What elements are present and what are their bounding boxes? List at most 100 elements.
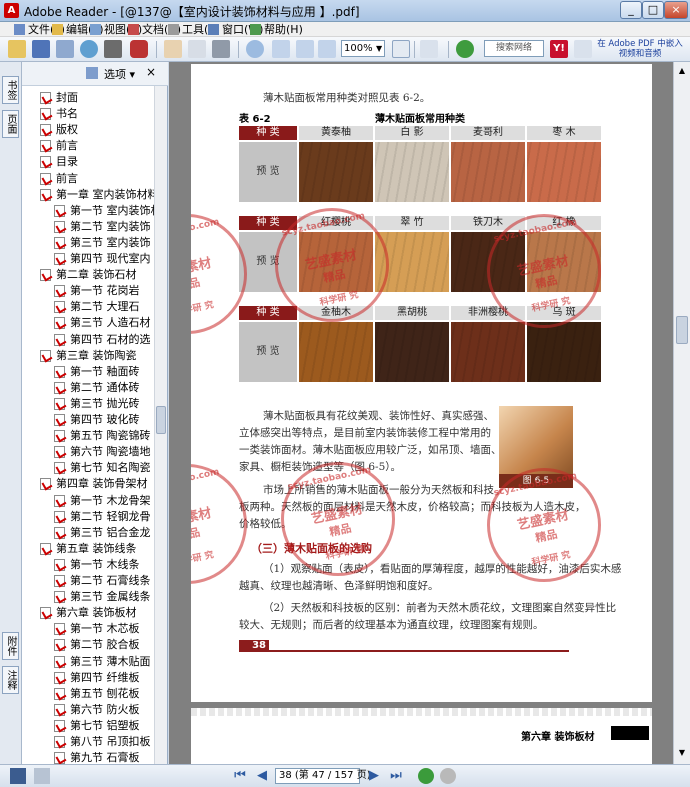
bookmark-label: 第三节 抛光砖 [70, 396, 140, 410]
bookmark-item[interactable]: 第三节 金属线条 [54, 589, 151, 605]
bookmark-item[interactable]: 第二节 胶合板 [54, 637, 140, 653]
bookmark-item[interactable]: 第八节 吊顶扣板 [54, 734, 151, 750]
bookmark-item[interactable]: 第四节 玻化砖 [54, 412, 140, 428]
bookmarks-scrollbar[interactable] [154, 86, 167, 764]
bookmark-item[interactable]: 第二节 室内装饰 [54, 219, 151, 235]
close-window-button[interactable]: × [664, 1, 688, 19]
help-icon[interactable] [456, 40, 474, 58]
bookmark-item[interactable]: 封面 [40, 90, 78, 106]
menu-help[interactable]: 帮助(H) [250, 22, 303, 37]
bookmark-label: 版权 [56, 123, 78, 137]
pdf-create-icon[interactable] [130, 40, 148, 58]
bookmark-document-icon [54, 220, 65, 233]
page-view-icon[interactable] [34, 768, 50, 784]
bookmark-item[interactable]: 第四章 装饰骨架材 [40, 476, 148, 492]
snapshot-icon[interactable] [212, 40, 230, 58]
bookmark-item[interactable]: 第三节 室内装饰 [54, 235, 151, 251]
fit-width-icon[interactable] [318, 40, 336, 58]
prev-page-button[interactable]: ◀ [254, 768, 270, 784]
bookmark-item[interactable]: 第七节 知名陶瓷 [54, 460, 151, 476]
fit-page-icon[interactable] [296, 40, 314, 58]
bookmark-item[interactable]: 前言 [40, 171, 78, 187]
bookmark-document-icon [54, 204, 65, 217]
bookmark-item[interactable]: 第一节 木线条 [54, 557, 140, 573]
bookmark-item[interactable]: 目录 [40, 154, 78, 170]
bookmark-item[interactable]: 第五节 陶瓷锦砖 [54, 428, 151, 444]
bookmark-label: 第一节 木线条 [70, 557, 140, 571]
zoom-out-icon[interactable] [392, 40, 410, 58]
scroll-up-icon[interactable]: ▲ [675, 64, 689, 78]
first-page-button[interactable]: ⏮ [232, 768, 248, 784]
bookmark-item[interactable]: 第一节 花岗岩 [54, 283, 140, 299]
bookmark-item[interactable]: 第三节 抛光砖 [54, 396, 140, 412]
scroll-thumb[interactable] [676, 316, 688, 344]
scroll-thumb[interactable] [156, 406, 166, 434]
page-layout-icon[interactable] [420, 40, 438, 58]
page-number: 38 [239, 640, 269, 652]
bookmark-item[interactable]: 第四节 纤维板 [54, 670, 140, 686]
chevron-down-icon[interactable]: ▼ [376, 44, 382, 53]
minimize-button[interactable]: _ [620, 1, 642, 19]
panel-toggle-icon[interactable] [10, 768, 26, 784]
bookmark-item[interactable]: 第六节 防火板 [54, 702, 140, 718]
document-viewer[interactable]: 薄木贴面板常用种类对照见表 6-2。 表 6-2 薄木贴面板常用种类 种 类预 … [169, 62, 690, 768]
tab-bookmarks[interactable]: 书签 [2, 76, 19, 104]
forward-view-icon[interactable] [440, 768, 456, 784]
bookmark-item[interactable]: 第三节 薄木贴面 [54, 654, 151, 670]
next-page-button[interactable]: ▶ [366, 768, 382, 784]
bookmark-item[interactable]: 第三节 铝合金龙 [54, 525, 151, 541]
bookmark-label: 第七节 铝塑板 [70, 718, 140, 732]
bookmark-item[interactable]: 第九节 石膏板 [54, 750, 140, 764]
bookmark-item[interactable]: 第一节 釉面砖 [54, 364, 140, 380]
bookmark-item[interactable]: 第二节 大理石 [54, 299, 140, 315]
close-panel-button[interactable]: × [146, 65, 156, 79]
bookmark-item[interactable]: 第二章 装饰石材 [40, 267, 137, 283]
yahoo-search-icon[interactable]: Y! [550, 40, 568, 58]
bookmark-item[interactable]: 第二节 轻钢龙骨 [54, 509, 151, 525]
bookmark-item[interactable]: 版权 [40, 122, 78, 138]
options-menu[interactable]: 选项 ▾ [104, 66, 135, 82]
bookmark-item[interactable]: 第三章 装饰陶瓷 [40, 348, 137, 364]
web-search-input[interactable]: 搜索网络 [484, 40, 544, 57]
bookmark-item[interactable]: 第一节 室内装饰材 [54, 203, 154, 219]
bookmark-item[interactable]: 第五节 刨花板 [54, 686, 140, 702]
actual-size-icon[interactable] [272, 40, 290, 58]
bookmark-item[interactable]: 书名 [40, 106, 78, 122]
save-icon[interactable] [32, 40, 50, 58]
bookmark-item[interactable]: 第一节 木龙骨架 [54, 493, 151, 509]
tab-attachments[interactable]: 附件 [2, 632, 19, 660]
bookmark-item[interactable]: 第六章 装饰板材 [40, 605, 137, 621]
chevron-down-icon[interactable] [574, 40, 592, 58]
tab-comments[interactable]: 注释 [2, 666, 19, 694]
bookmark-item[interactable]: 第四节 石材的选 [54, 332, 151, 348]
bookmark-label: 第五章 装饰线条 [56, 541, 137, 555]
bookmark-item[interactable]: 第一节 木芯板 [54, 621, 140, 637]
back-view-icon[interactable] [418, 768, 434, 784]
bookmark-item[interactable]: 第二节 石膏线条 [54, 573, 151, 589]
print-icon[interactable] [56, 40, 74, 58]
bookmark-item[interactable]: 第四节 现代室内 [54, 251, 151, 267]
promo-link[interactable]: 在 Adobe PDF 中嵌入视频和音频 [596, 39, 684, 60]
hand-tool-icon[interactable] [164, 40, 182, 58]
toolbar-separator [156, 41, 157, 58]
bookmark-item[interactable]: 第五章 装饰线条 [40, 541, 137, 557]
document-scrollbar[interactable]: ▲ ▼ [673, 62, 690, 764]
bookmark-item[interactable]: 第六节 陶瓷墙地 [54, 444, 151, 460]
select-text-icon[interactable] [188, 40, 206, 58]
maximize-button[interactable]: □ [642, 1, 664, 19]
email-icon[interactable] [80, 40, 98, 58]
find-icon[interactable] [104, 40, 122, 58]
bookmark-item[interactable]: 第二节 通体砖 [54, 380, 140, 396]
last-page-button[interactable]: ⏭ [388, 768, 404, 784]
help-icon [250, 24, 261, 35]
bookmark-item[interactable]: 前言 [40, 138, 78, 154]
new-bookmark-icon[interactable] [86, 67, 98, 79]
open-icon[interactable] [8, 40, 26, 58]
bookmark-item[interactable]: 第一章 室内装饰材料 [40, 187, 154, 203]
bookmark-item[interactable]: 第三节 人造石材 [54, 315, 151, 331]
tab-pages[interactable]: 页面 [2, 110, 19, 138]
page-number-input[interactable]: 38 (第 47 / 157 页) [275, 768, 371, 784]
bookmark-item[interactable]: 第七节 铝塑板 [54, 718, 140, 734]
scroll-down-icon[interactable]: ▼ [675, 746, 689, 760]
zoom-in-icon[interactable] [246, 40, 264, 58]
